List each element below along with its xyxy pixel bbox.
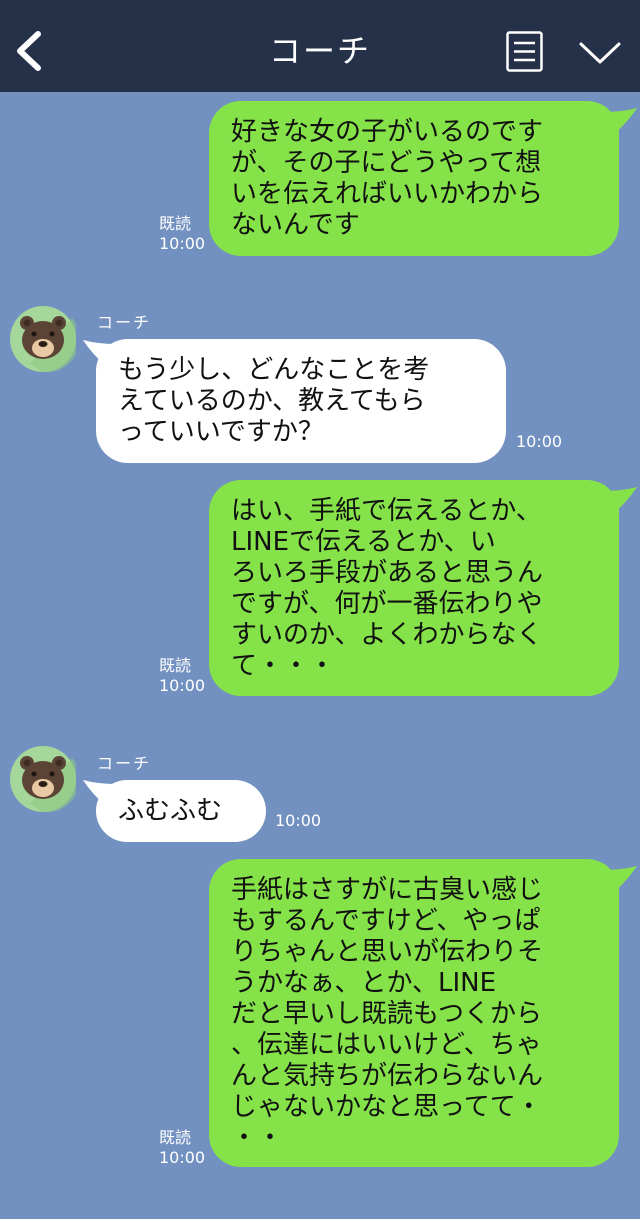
sent-message-bubble[interactable]: 手紙はさすがに古臭い感じ もするんですけど、やっぱ りちゃんと思いが伝わりそ う… [209,859,619,1167]
read-label: 既読 [159,214,192,233]
message-read-status: 既読 10:00 [159,1128,205,1168]
chevron-down-icon[interactable] [578,38,622,68]
bear-avatar-icon[interactable] [10,306,76,372]
bubble-tail [604,866,637,894]
read-label: 既読 [159,1128,192,1147]
sender-name: コーチ [97,313,152,332]
message-time: 10:00 [159,1148,206,1167]
sent-message-bubble[interactable]: 好きな女の子がいるのです が、その子にどうやって想 いを伝えればいいかわから な… [209,101,619,256]
bubble-tail [604,108,637,136]
read-label: 既読 [159,656,192,675]
bubble-tail [604,487,637,515]
sent-message-bubble[interactable]: はい、手紙で伝えるとか、 LINEで伝えるとか、い ろいろ手段があると思うん で… [209,480,619,696]
message-time: 10:00 [159,234,206,253]
message-time: 10:00 [516,432,563,451]
received-message-bubble[interactable]: ふむふむ [96,780,266,842]
chat-header: コーチ [0,0,640,92]
message-read-status: 既読 10:00 [159,214,205,254]
sender-name: コーチ [97,754,152,773]
message-read-status: 既読 10:00 [159,656,205,696]
bear-avatar-icon[interactable] [10,746,76,812]
message-time: 10:00 [275,811,322,830]
menu-list-icon[interactable] [506,31,543,72]
message-time: 10:00 [159,676,206,695]
chat-title: コーチ [268,32,371,70]
received-message-bubble[interactable]: もう少し、どんなことを考 えているのか、教えてもら っていいですか？ [96,339,506,463]
